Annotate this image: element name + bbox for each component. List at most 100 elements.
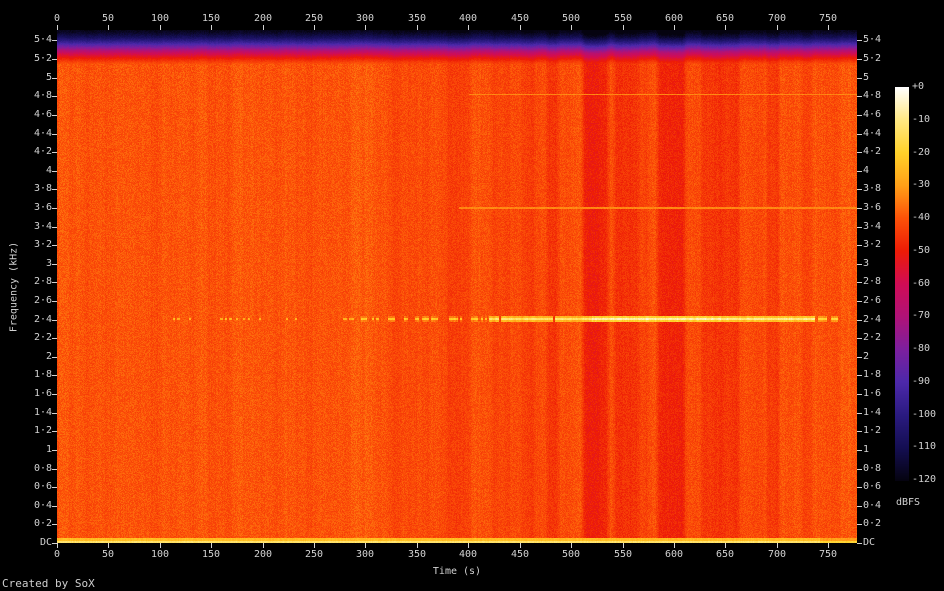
freq-tick-label-right: 3·4: [863, 221, 897, 233]
freq-tick-label-right: 3·8: [863, 183, 897, 195]
time-tick-label-bottom: 650: [710, 549, 740, 561]
time-tick-bottom: [725, 543, 726, 548]
time-tick-label-top: 550: [608, 13, 638, 25]
freq-tick-label-right: 3·2: [863, 239, 897, 251]
time-tick-bottom: [57, 543, 58, 548]
time-tick-label-bottom: 600: [659, 549, 689, 561]
freq-tick-label-left: 1·4: [20, 407, 52, 419]
freq-tick-left: [52, 40, 57, 41]
freq-tick-right: [857, 171, 862, 172]
freq-tick-right: [857, 40, 862, 41]
freq-tick-left: [52, 59, 57, 60]
freq-tick-label-right: 2·4: [863, 314, 897, 326]
freq-tick-label-left: 3·2: [20, 239, 52, 251]
time-tick-label-top: 50: [93, 13, 123, 25]
db-tick-label: -90: [912, 376, 944, 388]
freq-tick-label-left: 1·8: [20, 369, 52, 381]
freq-tick-label-left: 3·8: [20, 183, 52, 195]
db-tick-label: +0: [912, 81, 944, 93]
time-tick-bottom: [417, 543, 418, 548]
freq-tick-left: [52, 152, 57, 153]
freq-tick-left: [52, 96, 57, 97]
time-tick-top: [571, 25, 572, 30]
time-tick-label-top: 650: [710, 13, 740, 25]
freq-tick-label-right: 0·4: [863, 500, 897, 512]
freq-tick-label-left: 3·6: [20, 202, 52, 214]
time-tick-label-top: 700: [762, 13, 792, 25]
time-tick-top: [828, 25, 829, 30]
freq-tick-label-right: 4·8: [863, 90, 897, 102]
time-tick-label-top: 150: [196, 13, 226, 25]
time-tick-label-top: 100: [145, 13, 175, 25]
freq-tick-label-right: 1·6: [863, 388, 897, 400]
freq-tick-label-left: 4·2: [20, 146, 52, 158]
time-tick-label-bottom: 500: [556, 549, 586, 561]
time-tick-top: [623, 25, 624, 30]
freq-tick-left: [52, 487, 57, 488]
time-tick-label-bottom: 0: [42, 549, 72, 561]
colorbar-gradient: [895, 87, 909, 481]
freq-tick-label-left: 0·6: [20, 481, 52, 493]
time-tick-top: [777, 25, 778, 30]
freq-tick-right: [857, 301, 862, 302]
freq-tick-label-left: 1·2: [20, 425, 52, 437]
freq-tick-label-right: 2: [863, 351, 897, 363]
freq-tick-right: [857, 208, 862, 209]
freq-tick-left: [52, 115, 57, 116]
freq-tick-left: [52, 524, 57, 525]
freq-tick-label-right: 5·4: [863, 34, 897, 46]
freq-tick-label-left: 4·6: [20, 109, 52, 121]
time-tick-bottom: [674, 543, 675, 548]
freq-tick-right: [857, 338, 862, 339]
freq-tick-label-right: 0·2: [863, 518, 897, 530]
freq-tick-left: [52, 78, 57, 79]
freq-tick-label-left: 2·6: [20, 295, 52, 307]
time-tick-label-bottom: 450: [505, 549, 535, 561]
freq-tick-left: [52, 301, 57, 302]
freq-tick-left: [52, 208, 57, 209]
freq-tick-right: [857, 506, 862, 507]
freq-tick-right: [857, 524, 862, 525]
time-tick-top: [365, 25, 366, 30]
time-tick-label-bottom: 700: [762, 549, 792, 561]
time-tick-bottom: [365, 543, 366, 548]
freq-tick-left: [52, 282, 57, 283]
time-tick-bottom: [314, 543, 315, 548]
db-tick-label: -40: [912, 212, 944, 224]
spectrogram-figure: 0050501001001501502002002502503003003503…: [0, 0, 944, 591]
db-tick-label: -10: [912, 114, 944, 126]
freq-tick-right: [857, 152, 862, 153]
time-tick-label-bottom: 200: [248, 549, 278, 561]
freq-tick-left: [52, 338, 57, 339]
freq-tick-left: [52, 375, 57, 376]
freq-tick-label-left: 4·4: [20, 128, 52, 140]
y-axis-title: Frequency (kHz): [9, 242, 20, 332]
time-tick-bottom: [468, 543, 469, 548]
freq-tick-label-right: 1·4: [863, 407, 897, 419]
freq-tick-left: [52, 543, 57, 544]
freq-tick-label-right: 5·2: [863, 53, 897, 65]
freq-tick-right: [857, 227, 862, 228]
freq-tick-label-left: 5·2: [20, 53, 52, 65]
time-tick-label-bottom: 50: [93, 549, 123, 561]
time-tick-label-top: 750: [813, 13, 843, 25]
freq-tick-label-right: 4·6: [863, 109, 897, 121]
freq-tick-left: [52, 320, 57, 321]
time-tick-label-bottom: 100: [145, 549, 175, 561]
time-tick-bottom: [571, 543, 572, 548]
freq-tick-right: [857, 96, 862, 97]
time-tick-top: [57, 25, 58, 30]
freq-tick-label-right: 1: [863, 444, 897, 456]
freq-tick-right: [857, 487, 862, 488]
spectrogram-heatmap: [57, 30, 857, 543]
freq-tick-label-right: 2·6: [863, 295, 897, 307]
freq-tick-left: [52, 245, 57, 246]
time-tick-bottom: [623, 543, 624, 548]
time-tick-label-top: 600: [659, 13, 689, 25]
freq-tick-label-left: 2·2: [20, 332, 52, 344]
freq-tick-label-right: 0·6: [863, 481, 897, 493]
time-tick-label-top: 500: [556, 13, 586, 25]
time-tick-label-top: 0: [42, 13, 72, 25]
freq-tick-right: [857, 282, 862, 283]
db-tick-label: -30: [912, 179, 944, 191]
